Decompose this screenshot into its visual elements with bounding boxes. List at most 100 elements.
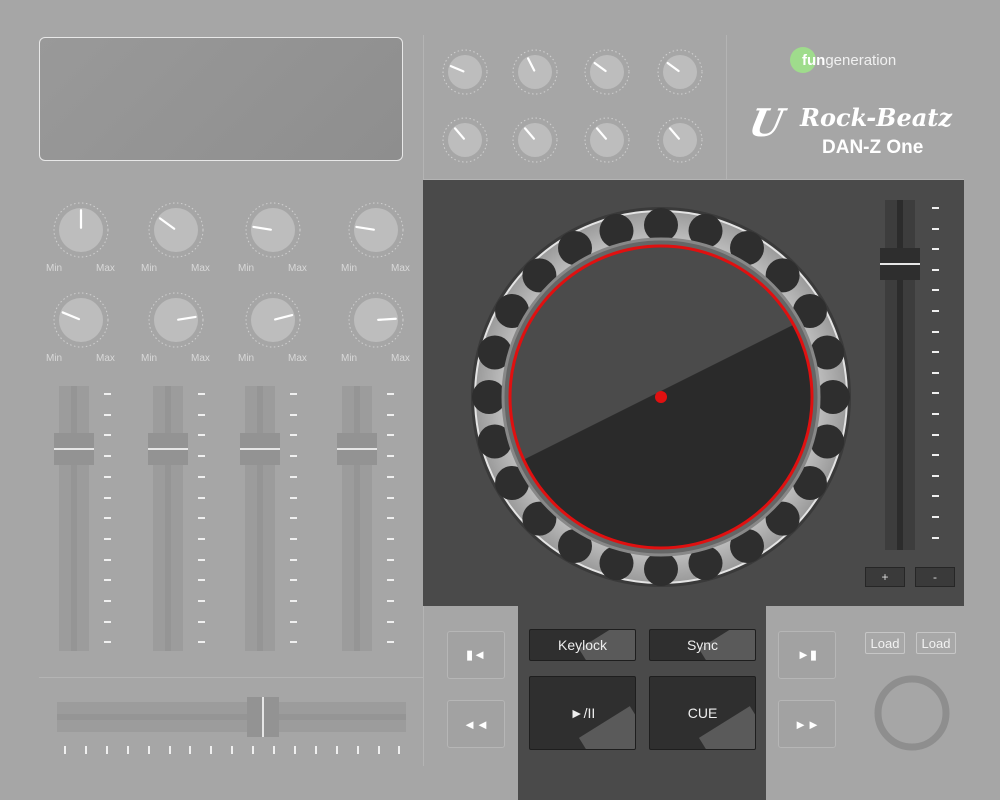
fader-tick xyxy=(198,496,205,499)
fader-tick xyxy=(290,413,297,416)
fader-tick xyxy=(387,455,394,458)
pitch-plus-button[interactable]: + xyxy=(865,567,905,587)
fader-tick xyxy=(198,537,205,540)
fx-knob[interactable] xyxy=(440,47,490,97)
mixer-knob[interactable] xyxy=(51,200,111,260)
channel-fader-slot xyxy=(165,386,171,651)
fader-tick xyxy=(290,455,297,458)
rewind-button[interactable]: ◄◄ xyxy=(447,700,505,748)
channel-fader-cap[interactable] xyxy=(148,432,188,465)
fader-tick xyxy=(104,558,111,561)
mixer-knob[interactable] xyxy=(51,290,111,350)
pitch-fader-tick xyxy=(932,495,939,498)
crossfader-tick xyxy=(252,746,255,754)
fader-tick xyxy=(387,517,394,520)
load-right-button[interactable]: Load xyxy=(916,632,956,654)
keylock-button[interactable]: Keylock xyxy=(529,629,636,661)
fx-knob[interactable] xyxy=(655,47,705,97)
fader-tick xyxy=(104,496,111,499)
pitch-fader-tick xyxy=(932,351,939,354)
pitch-minus-button[interactable]: - xyxy=(915,567,955,587)
fader-tick xyxy=(387,393,394,395)
fader-tick xyxy=(198,620,205,623)
deck-pad-panel: Keylock Sync ►/II CUE xyxy=(518,606,766,800)
fader-tick xyxy=(104,413,111,416)
cue-button[interactable]: CUE xyxy=(649,676,756,750)
knob-max-label: Max xyxy=(391,263,410,274)
fader-tick xyxy=(198,434,205,437)
channel-fader-slot xyxy=(354,386,360,651)
fader-tick xyxy=(290,558,297,561)
knob-min-label: Min xyxy=(141,263,158,274)
fader-tick xyxy=(198,517,205,520)
fader-tick xyxy=(387,600,394,602)
fader-tick xyxy=(387,475,394,478)
knob-min-label: Min xyxy=(46,353,63,364)
mixer-knob[interactable] xyxy=(243,290,303,350)
pitch-fader-tick xyxy=(932,371,939,374)
channel-fader-cap[interactable] xyxy=(240,432,280,465)
crossfader-cap[interactable] xyxy=(247,697,280,737)
knob-min-label: Min xyxy=(238,353,255,364)
next-track-button[interactable]: ►▮ xyxy=(778,631,836,679)
fader-tick xyxy=(387,620,394,623)
fx-knob[interactable] xyxy=(440,115,490,165)
fader-tick xyxy=(104,455,111,458)
mixer-knob[interactable] xyxy=(346,200,406,260)
load-left-button[interactable]: Load xyxy=(865,632,905,654)
fader-tick xyxy=(104,600,111,602)
jog-wheel[interactable] xyxy=(423,180,964,606)
model-name: DAN-Z One xyxy=(822,137,924,158)
knob-max-label: Max xyxy=(96,353,115,364)
pitch-fader-tick xyxy=(932,516,939,518)
fader-tick xyxy=(290,434,297,437)
crossfader-tick xyxy=(210,746,213,754)
knob-min-label: Min xyxy=(341,353,358,364)
fx-knob[interactable] xyxy=(582,47,632,97)
fader-tick xyxy=(387,558,394,561)
fader-tick xyxy=(198,579,205,582)
sync-button[interactable]: Sync xyxy=(649,629,756,661)
crossfader-tick xyxy=(356,746,359,754)
brand-logo: fungeneration xyxy=(790,46,896,74)
fader-tick xyxy=(104,641,111,644)
browse-knob[interactable] xyxy=(872,673,952,753)
fx-knob[interactable] xyxy=(510,115,560,165)
jog-center-dot xyxy=(655,391,667,403)
mixer-knob[interactable] xyxy=(146,200,206,260)
fx-knob[interactable] xyxy=(510,47,560,97)
fader-tick xyxy=(387,496,394,499)
knob-max-label: Max xyxy=(391,353,410,364)
pitch-fader-tick xyxy=(932,454,939,457)
fader-tick xyxy=(290,475,297,478)
fader-tick xyxy=(198,393,205,395)
mixer-knob[interactable] xyxy=(346,290,406,350)
fader-tick xyxy=(387,641,394,644)
pitch-fader-cap[interactable] xyxy=(880,247,920,280)
channel-fader-cap[interactable] xyxy=(54,432,94,465)
mixer-knob[interactable] xyxy=(243,200,303,260)
play-pause-button[interactable]: ►/II xyxy=(529,676,636,750)
fx-knob[interactable] xyxy=(655,115,705,165)
crossfader-tick xyxy=(273,746,275,754)
fader-tick xyxy=(387,434,394,437)
crossfader-tick xyxy=(335,746,338,754)
knob-min-label: Min xyxy=(141,353,158,364)
crossfader-tick xyxy=(147,746,150,754)
crossfader-tick xyxy=(231,746,234,754)
previous-track-button[interactable]: ▮◄ xyxy=(447,631,505,679)
fx-knob[interactable] xyxy=(582,115,632,165)
pitch-fader-tick xyxy=(932,248,939,251)
fader-tick xyxy=(290,517,297,520)
fader-tick xyxy=(198,641,205,644)
lcd-display xyxy=(39,37,403,161)
knob-min-label: Min xyxy=(46,263,63,274)
pitch-fader-tick xyxy=(932,392,939,395)
knob-max-label: Max xyxy=(191,353,210,364)
mixer-knob[interactable] xyxy=(146,290,206,350)
fader-tick xyxy=(198,558,205,561)
divider xyxy=(39,677,423,678)
fast-forward-button[interactable]: ►► xyxy=(778,700,836,748)
channel-fader-cap[interactable] xyxy=(337,432,377,465)
fader-tick xyxy=(104,620,111,623)
